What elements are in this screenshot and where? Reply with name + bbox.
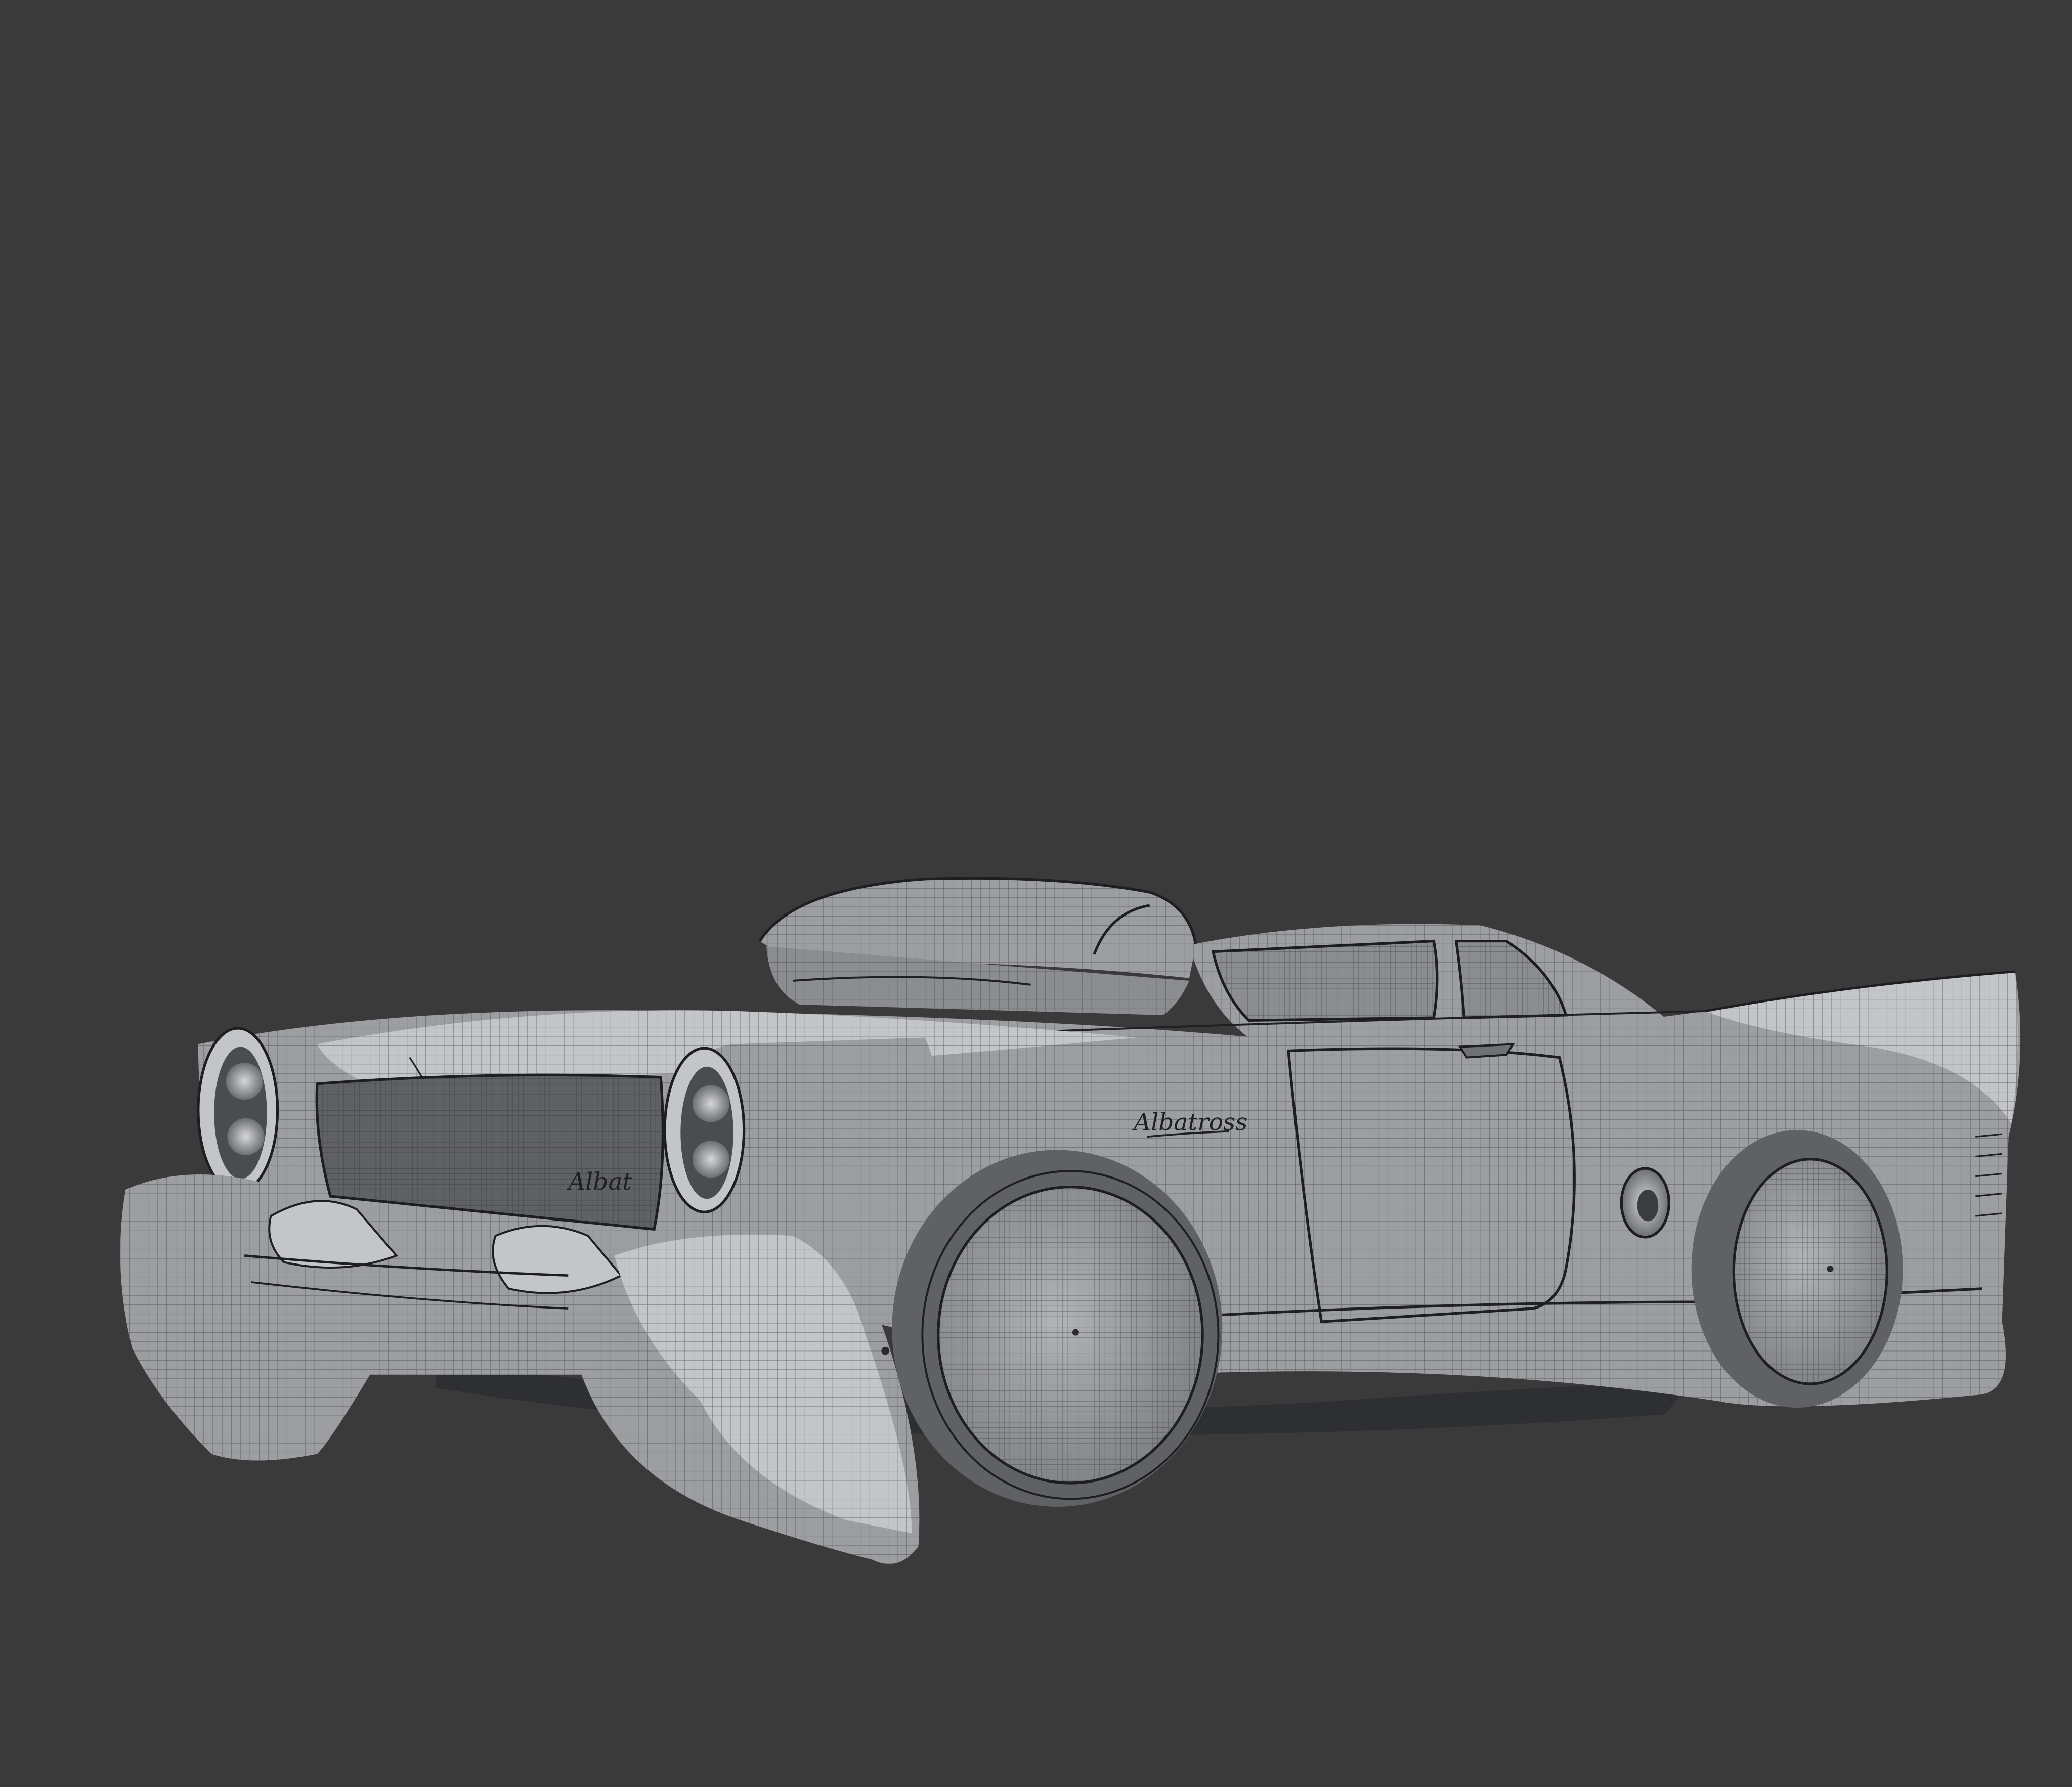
headlight-left-upper	[226, 1062, 263, 1100]
side-emblem: Albatross	[1132, 1108, 1247, 1136]
grille-emblem: Albat	[566, 1168, 632, 1196]
headlight-left	[197, 1027, 279, 1194]
door-handle	[1458, 1043, 1515, 1059]
headlight-right-lower	[692, 1141, 729, 1178]
render-viewport: Albat Albatross	[0, 0, 2072, 1787]
front-wheel	[892, 1150, 1223, 1507]
fuel-cap	[1620, 1167, 1670, 1239]
headlight-left-lower	[227, 1118, 265, 1155]
headlight-right-upper	[692, 1085, 729, 1122]
rear-wheel	[1691, 1130, 1903, 1408]
car-render-scene: Albat Albatross	[0, 0, 2072, 1787]
